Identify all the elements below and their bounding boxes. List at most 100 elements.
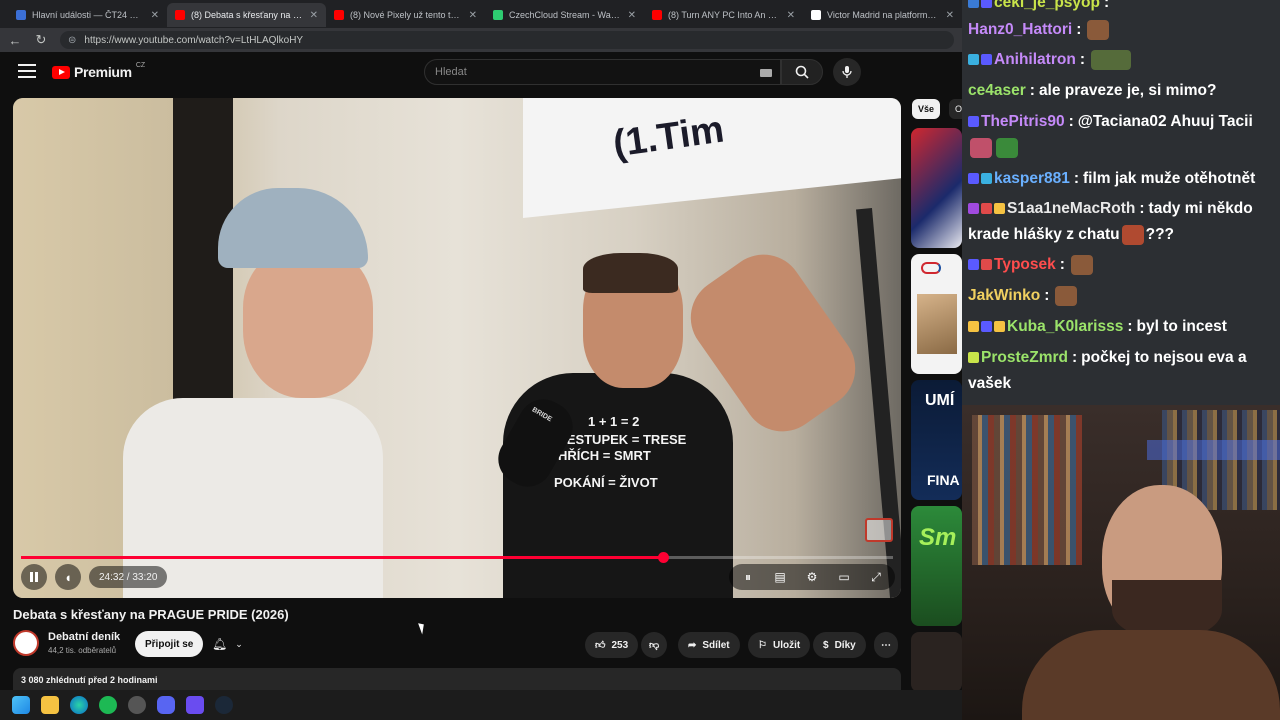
chip-next[interactable]: O — [949, 99, 962, 119]
reload-button[interactable]: ↻ — [34, 32, 48, 48]
bookmark-icon: ⚐ — [758, 639, 767, 651]
tab-close-icon[interactable]: ✕ — [469, 10, 477, 21]
chat-emote-icon — [1070, 254, 1093, 275]
dislike-button[interactable]: 👎︎ — [641, 632, 668, 658]
suggested-thumbnail-3[interactable]: UMÍ FINA — [911, 380, 962, 500]
chat-message: Kuba_K0larisss: byl to incest — [968, 314, 1227, 340]
chat-badge-icon — [981, 321, 992, 333]
tab-label: (8) Turn ANY PC Into An Xbox! HU — [668, 10, 781, 20]
tab-close-icon[interactable]: ✕ — [310, 10, 318, 21]
join-button[interactable]: Připojit se — [135, 631, 204, 657]
autoplay-toggle-icon[interactable]: ⏸ — [735, 564, 761, 590]
search-button[interactable] — [781, 59, 823, 85]
streamer-shirt — [1022, 630, 1280, 720]
volume-icon[interactable]: ◖ — [55, 564, 81, 590]
suggested-thumbnail-4[interactable]: Sm — [911, 506, 962, 626]
subtitles-icon[interactable]: ▤ — [767, 564, 793, 590]
progress-bar[interactable] — [21, 552, 893, 563]
chat-emote-icon — [1121, 224, 1144, 245]
chat-username[interactable]: ProsteZmrd — [981, 349, 1068, 366]
share-button[interactable]: ➦ Sdílet — [678, 632, 740, 658]
thumbnail-3-text-bottom: FINA — [927, 472, 960, 488]
tab-close-icon[interactable]: ✕ — [946, 10, 954, 21]
chat-username[interactable]: kasper881 — [994, 170, 1070, 187]
chat-message: Hanz0_Hattori: — [968, 17, 1111, 43]
discord-icon[interactable] — [157, 696, 175, 714]
suggested-thumbnail-1[interactable] — [911, 128, 962, 248]
search-input[interactable]: Hledat — [424, 59, 781, 85]
edge-browser-icon[interactable] — [70, 696, 88, 714]
miniplayer-icon[interactable]: ▭ — [831, 564, 857, 590]
browser-tab[interactable]: CzechCloud Stream - Watch Live o ✕ — [485, 3, 644, 27]
progress-scrubber[interactable] — [657, 552, 669, 563]
voice-search-button[interactable] — [833, 58, 861, 86]
time-display: 24:32 / 33:20 — [89, 566, 168, 588]
back-button[interactable]: ← — [8, 33, 22, 48]
browser-tab[interactable]: (8) Nové Pixely už tento týden.. | R ✕ — [326, 3, 485, 27]
chat-username[interactable]: Anihilatron — [994, 51, 1076, 68]
channel-name[interactable]: Debatní deník — [48, 631, 120, 643]
keyboard-icon[interactable] — [760, 69, 772, 77]
tab-close-icon[interactable]: ✕ — [628, 10, 636, 21]
chat-separator: : — [1044, 287, 1050, 304]
notification-button[interactable]: 🔔︎ ⌄ — [204, 631, 252, 657]
chat-emote-icon — [1090, 49, 1131, 70]
chat-username[interactable]: ce4aser — [968, 82, 1026, 99]
chat-badge-icon — [981, 259, 992, 271]
chat-message: S1aa1neMacRoth: tady mi někdo krade hlášk… — [968, 196, 1276, 248]
video-player[interactable]: (1.Tim 1 + 1 = 2 KŘESTUPEK = TRESE HŘÍCH… — [13, 98, 901, 598]
app-grid-icon[interactable] — [186, 696, 204, 714]
chat-emote-icon — [1087, 19, 1110, 40]
led-light — [1147, 440, 1280, 460]
channel-watermark[interactable] — [865, 518, 893, 542]
chat-username[interactable]: S1aa1neMacRoth — [1007, 200, 1135, 217]
tab-label: Hlavní události — ČT24 — Česká — [32, 10, 145, 20]
steam-icon[interactable] — [215, 696, 233, 714]
file-explorer-icon[interactable] — [41, 696, 59, 714]
chat-badge-icon — [968, 54, 979, 66]
chat-username[interactable]: JakWinko — [968, 287, 1040, 304]
suggested-thumbnail-5[interactable] — [911, 632, 962, 690]
share-label: Sdílet — [702, 639, 730, 651]
tab-close-icon[interactable]: ✕ — [787, 10, 795, 21]
url-field[interactable]: ⊜ https://www.youtube.com/watch?v=LtHLAQ… — [60, 31, 954, 49]
suggested-thumbnail-2[interactable] — [911, 254, 962, 374]
tab-favicon-icon — [16, 10, 26, 20]
settings-gear-icon[interactable]: ⚙ — [799, 564, 825, 590]
chat-separator: : — [1029, 82, 1035, 99]
thanks-button[interactable]: $ Díky — [813, 632, 866, 658]
channel-avatar[interactable] — [13, 630, 39, 656]
chat-username[interactable]: Kuba_K0larisss — [1007, 318, 1123, 335]
thumbnail-3-text-top: UMÍ — [925, 392, 955, 409]
like-button[interactable]: 👍︎ 253 — [585, 632, 639, 658]
browser-tab[interactable]: Victor Madrid na platformě X: „@t ✕ — [803, 3, 962, 27]
youtube-premium-logo[interactable]: Premium CZ — [52, 62, 145, 80]
chip-all[interactable]: Vše — [912, 99, 941, 119]
save-button[interactable]: ⚐ Uložit — [748, 632, 811, 658]
chat-message: ceki_je_psyop: — [968, 0, 1113, 16]
chat-username[interactable]: ThePitris90 — [981, 113, 1065, 130]
search-icon — [795, 65, 809, 79]
chat-username[interactable]: Hanz0_Hattori — [968, 21, 1072, 38]
hamburger-menu-icon[interactable] — [18, 64, 36, 78]
more-actions-button[interactable]: ⋯ — [874, 632, 898, 658]
thanks-label: Díky — [834, 639, 856, 651]
person-left-face — [243, 248, 373, 398]
windows-taskbar — [0, 690, 962, 720]
tab-close-icon[interactable]: ✕ — [151, 10, 159, 21]
steam-like-icon[interactable] — [128, 696, 146, 714]
browser-tab[interactable]: (8) Debata s křesťany na PRA ✕ — [167, 3, 326, 27]
site-info-icon[interactable]: ⊜ — [68, 35, 76, 46]
fullscreen-icon[interactable]: ⤢ — [863, 564, 889, 590]
chat-emote-icon — [1055, 285, 1078, 306]
browser-tab[interactable]: (8) Turn ANY PC Into An Xbox! HU ✕ — [644, 3, 803, 27]
browser-tab[interactable]: Hlavní události — ČT24 — Česká ✕ — [8, 3, 167, 27]
chat-badge-icon — [968, 173, 979, 185]
pause-icon[interactable] — [21, 564, 47, 590]
description-box[interactable]: 3 080 zhlédnutí před 2 hodinami — [13, 668, 901, 690]
chat-username[interactable]: ceki_je_psyop — [994, 0, 1100, 11]
windows-start-icon[interactable] — [12, 696, 30, 714]
chat-username[interactable]: Typosek — [994, 256, 1056, 273]
spotify-icon[interactable] — [99, 696, 117, 714]
chat-badge-icon — [968, 0, 979, 9]
